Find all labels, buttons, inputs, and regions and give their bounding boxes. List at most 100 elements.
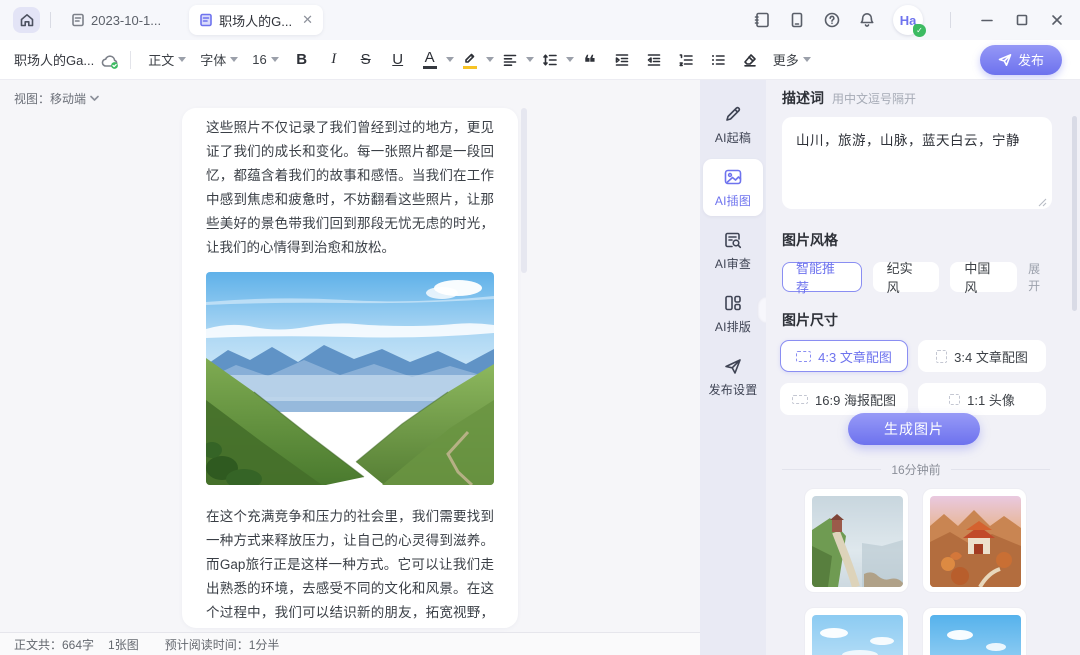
size-option-label: 4:3 文章配图 (818, 347, 892, 366)
ratio-4-3-icon (796, 351, 811, 362)
pen-icon (723, 104, 743, 124)
size-option-label: 3:4 文章配图 (954, 347, 1028, 366)
size-option-16-9[interactable]: 16:9 海报配图 (780, 383, 908, 415)
tab-current-doc[interactable]: 职场人的G... ✕ (189, 5, 323, 35)
chevron-down-icon (566, 57, 574, 62)
style-section-title: 图片风格 (782, 230, 1080, 250)
maximize-button[interactable] (1013, 11, 1031, 29)
generate-image-button[interactable]: 生成图片 (848, 413, 980, 445)
quote-icon: ❝ (584, 53, 596, 74)
expand-link[interactable]: 展开 (1028, 260, 1052, 294)
publish-button[interactable]: 发布 (980, 45, 1062, 75)
rail-item-ai-review[interactable]: AI审查 (703, 222, 763, 279)
document-icon (71, 13, 85, 27)
history-time-label: 16分钟前 (891, 461, 940, 478)
panel-collapse-handle[interactable] (757, 297, 766, 323)
align-control[interactable] (494, 47, 534, 73)
minimize-button[interactable] (978, 11, 996, 29)
font-color-button: A (425, 50, 435, 65)
style-chip-documentary[interactable]: 纪实风 (873, 262, 940, 292)
rail-item-label: AI插图 (715, 192, 751, 209)
size-option-1-1[interactable]: 1:1 头像 (918, 383, 1046, 415)
device-preview-button[interactable] (788, 11, 806, 29)
paragraph[interactable]: 这些照片不仅记录了我们曾经到过的地方，更见证了我们的成长和变化。每一张照片都是一… (206, 116, 494, 260)
ordered-list-icon (678, 52, 694, 68)
ratio-1-1-icon (949, 394, 960, 405)
rail-item-label: AI起稿 (715, 129, 751, 146)
rail-item-ai-illustration[interactable]: AI插图 (703, 159, 763, 216)
strikethrough-button[interactable]: S (353, 47, 379, 73)
font-family-dropdown[interactable]: 字体 (200, 50, 238, 69)
blockquote-button[interactable]: ❝ (577, 47, 603, 73)
history-thumbnail-great-wall[interactable] (804, 488, 909, 593)
font-color-control[interactable]: A (414, 47, 454, 73)
divider (50, 12, 51, 28)
help-button[interactable] (823, 11, 841, 29)
indent-increase-icon (614, 52, 630, 68)
journal-button[interactable] (753, 11, 771, 29)
more-dropdown[interactable]: 更多 (773, 50, 811, 69)
rail-item-ai-layout[interactable]: AI排版 (703, 285, 763, 342)
paragraph[interactable]: 在这个充满竞争和压力的社会里，我们需要找到一种方式来释放压力，让自己的心灵得到滋… (206, 505, 494, 628)
history-thumbnail-autumn-temple[interactable] (922, 488, 1027, 593)
paragraph-style-dropdown[interactable]: 正文 (148, 50, 186, 69)
chevron-down-icon (90, 95, 99, 102)
cloud-sync-icon (100, 52, 120, 72)
rail-item-label: 发布设置 (709, 381, 758, 398)
resize-handle-icon[interactable] (1038, 198, 1047, 207)
font-size-dropdown[interactable]: 16 (252, 52, 278, 67)
home-icon (19, 12, 35, 28)
article-mountain-image[interactable] (206, 272, 494, 485)
ratio-16-9-icon (792, 395, 808, 404)
tab-close-icon[interactable]: ✕ (302, 12, 313, 28)
italic-button[interactable]: I (321, 47, 347, 73)
journal-icon (753, 11, 771, 29)
maximize-icon (1014, 12, 1030, 28)
app-window: 2023-10-1... 职场人的G... ✕ Ha ✓ (0, 0, 1080, 655)
panel-scrollbar[interactable] (1072, 116, 1077, 311)
size-option-4-3[interactable]: 4:3 文章配图 (780, 340, 908, 372)
minimize-icon (979, 12, 995, 28)
history-thumbnail-sky-mountains-1[interactable] (804, 607, 909, 655)
rail-item-ai-draft[interactable]: AI起稿 (703, 96, 763, 153)
size-option-3-4[interactable]: 3:4 文章配图 (918, 340, 1046, 372)
rail-item-publish-settings[interactable]: 发布设置 (703, 348, 763, 405)
bold-button[interactable]: B (289, 47, 315, 73)
document-page[interactable]: 这些照片不仅记录了我们曾经到过的地方，更见证了我们的成长和变化。每一张照片都是一… (182, 108, 518, 628)
history-thumbnail-sky-mountains-2[interactable] (922, 607, 1027, 655)
autumn-temple-image (930, 496, 1021, 587)
publish-label: 发布 (1018, 50, 1044, 69)
style-chip-chinese[interactable]: 中国风 (950, 262, 1017, 292)
prompt-input[interactable]: 山川，旅游，山脉，蓝天白云，宁静 (782, 117, 1052, 209)
close-window-button[interactable] (1048, 11, 1066, 29)
help-icon (823, 11, 841, 29)
font-family-value: 字体 (200, 50, 226, 69)
paper-plane-icon (723, 356, 743, 376)
chevron-down-icon (178, 57, 186, 62)
bullet-list-icon (710, 52, 726, 68)
eraser-icon (742, 52, 758, 68)
align-left-icon (502, 52, 518, 68)
verified-badge-icon: ✓ (913, 24, 926, 37)
clear-format-button[interactable] (737, 47, 763, 73)
paper-plane-icon (998, 53, 1012, 67)
document-scrollbar[interactable] (521, 108, 527, 273)
underline-button[interactable]: U (385, 47, 411, 73)
indent-decrease-icon (646, 52, 662, 68)
line-spacing-control[interactable] (534, 47, 574, 73)
highlight-control[interactable] (454, 47, 494, 73)
divider (950, 12, 951, 28)
indent-decrease-button[interactable] (641, 47, 667, 73)
notifications-button[interactable] (858, 11, 876, 29)
ordered-list-button[interactable] (673, 47, 699, 73)
account-button[interactable]: Ha ✓ (893, 5, 923, 35)
bullet-list-button[interactable] (705, 47, 731, 73)
style-chip-smart[interactable]: 智能推荐 (782, 262, 862, 292)
indent-increase-button[interactable] (609, 47, 635, 73)
tab-recent-doc[interactable]: 2023-10-1... (61, 5, 171, 35)
home-button[interactable] (13, 7, 40, 33)
document-search-icon (723, 230, 743, 250)
great-wall-image (812, 496, 903, 587)
rail-item-label: AI审查 (715, 255, 751, 272)
view-mode-dropdown[interactable]: 视图：移动端 (14, 90, 99, 107)
